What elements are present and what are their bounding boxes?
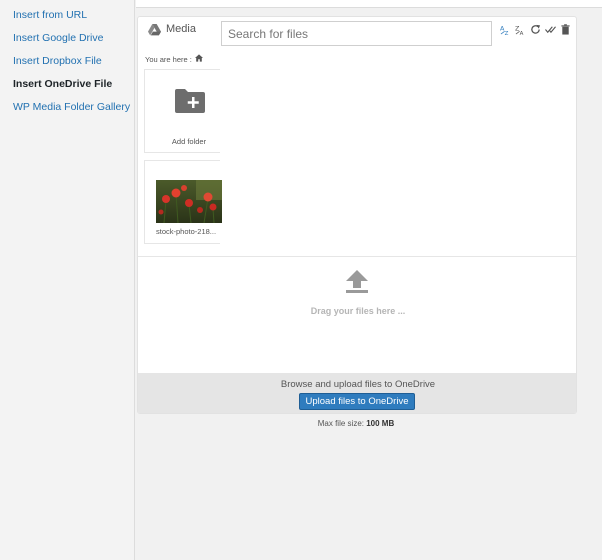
max-file-size: Max file size: 100 MB xyxy=(136,419,576,428)
menu-insert-from-url[interactable]: Insert from URL xyxy=(0,7,134,30)
file-name: stock-photo-218... xyxy=(156,227,217,236)
root-folder-title: Media xyxy=(166,23,196,35)
svg-text:Z: Z xyxy=(504,31,508,35)
root-breadcrumb[interactable]: Media xyxy=(148,23,196,36)
file-browser-panel: Media AZ ZA You are here : xyxy=(137,16,577,414)
file-tile[interactable]: stock-photo-218... xyxy=(144,160,222,244)
upload-bar: Browse and upload files to OneDrive Uplo… xyxy=(138,373,576,413)
svg-text:A: A xyxy=(519,31,523,35)
menu-insert-dropbox-file[interactable]: Insert Dropbox File xyxy=(0,53,134,76)
max-file-size-label: Max file size: xyxy=(317,419,364,428)
refresh-icon[interactable] xyxy=(529,23,541,35)
menu-insert-onedrive-file[interactable]: Insert OneDrive File xyxy=(0,76,134,99)
search-input[interactable] xyxy=(221,21,492,46)
drive-logo-icon xyxy=(148,23,161,36)
sort-az-icon[interactable]: AZ xyxy=(499,23,511,35)
breadcrumb-label: You are here : xyxy=(145,54,192,64)
sort-za-icon[interactable]: ZA xyxy=(514,23,526,35)
menu-insert-google-drive[interactable]: Insert Google Drive xyxy=(0,30,134,53)
image-thumbnail xyxy=(156,180,222,223)
top-bar xyxy=(136,0,602,8)
media-menu-sidebar: Insert from URL Insert Google Drive Inse… xyxy=(0,0,135,560)
drag-files-text: Drag your files here ... xyxy=(310,306,406,316)
upload-arrow-icon xyxy=(346,270,368,294)
select-all-icon[interactable] xyxy=(544,23,556,35)
trash-icon[interactable] xyxy=(559,23,571,35)
add-folder-tile[interactable]: Add folder xyxy=(144,69,220,153)
max-file-size-value: 100 MB xyxy=(366,419,395,428)
add-folder-icon xyxy=(175,88,205,113)
menu-wp-media-folder-gallery[interactable]: WP Media Folder Gallery xyxy=(0,99,134,122)
breadcrumb: You are here : xyxy=(145,54,203,64)
drop-zone[interactable]: Drag your files here ... xyxy=(138,256,576,373)
upload-files-button[interactable]: Upload files to OneDrive xyxy=(299,393,415,410)
content-frame: Media AZ ZA You are here : xyxy=(136,0,602,560)
home-icon[interactable] xyxy=(194,54,203,64)
add-folder-label: Add folder xyxy=(171,137,207,146)
toolbar: AZ ZA xyxy=(499,23,571,35)
browse-upload-text: Browse and upload files to OneDrive xyxy=(280,379,436,390)
